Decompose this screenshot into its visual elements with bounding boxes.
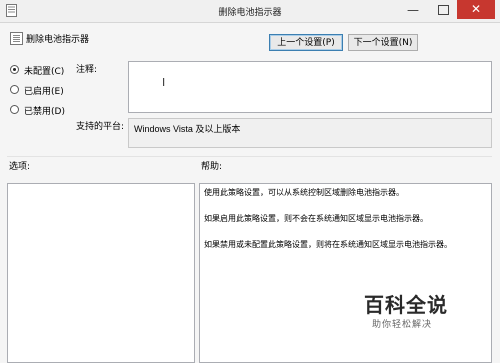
text-cursor-icon: I <box>162 76 166 89</box>
radio-selected-icon[interactable] <box>10 65 19 74</box>
watermark-slogan: 助你轻松解决 <box>372 320 433 330</box>
radio-enabled-label: 已启用(E) <box>24 87 64 97</box>
help-paragraph: 如果禁用或未配置此策略设置，则将在系统通知区域显示电池指示器。 <box>204 240 452 249</box>
help-paragraph: 如果启用此策略设置，则不会在系统通知区域显示电池指示器。 <box>204 214 428 223</box>
platform-field: Windows Vista 及以上版本 <box>128 118 492 148</box>
minimize-button[interactable]: — <box>400 2 426 18</box>
radio-not-configured-label: 未配置(C) <box>24 67 65 77</box>
radio-disabled-label: 已禁用(D) <box>24 107 65 117</box>
platform-label: 支持的平台: <box>76 122 125 132</box>
maximize-button[interactable] <box>430 2 456 18</box>
policy-name: 删除电池指示器 <box>26 35 90 45</box>
options-label: 选项: <box>9 162 31 172</box>
radio-empty-icon[interactable] <box>10 85 19 94</box>
watermark-brand: 百科全说 <box>364 293 448 317</box>
close-button[interactable]: ✕ <box>457 0 495 19</box>
comment-textarea[interactable]: I <box>128 61 492 113</box>
options-panel[interactable] <box>7 183 195 363</box>
policy-setting-icon <box>10 32 23 45</box>
comment-label: 注释: <box>76 65 98 75</box>
divider <box>7 156 492 157</box>
help-label: 帮助: <box>201 162 223 172</box>
help-paragraph: 使用此策略设置，可以从系统控制区域删除电池指示器。 <box>204 188 404 197</box>
title-bar: 删除电池指示器 — ✕ <box>0 0 500 23</box>
radio-empty-icon[interactable] <box>10 105 19 114</box>
previous-setting-button[interactable]: 上一个设置(P) <box>269 34 343 51</box>
next-setting-button[interactable]: 下一个设置(N) <box>348 34 418 51</box>
policy-editor-body: 删除电池指示器 上一个设置(P) 下一个设置(N) 未配置(C) 已启用(E) … <box>0 23 500 363</box>
help-panel[interactable]: 使用此策略设置，可以从系统控制区域删除电池指示器。 如果启用此策略设置，则不会在… <box>199 183 492 363</box>
